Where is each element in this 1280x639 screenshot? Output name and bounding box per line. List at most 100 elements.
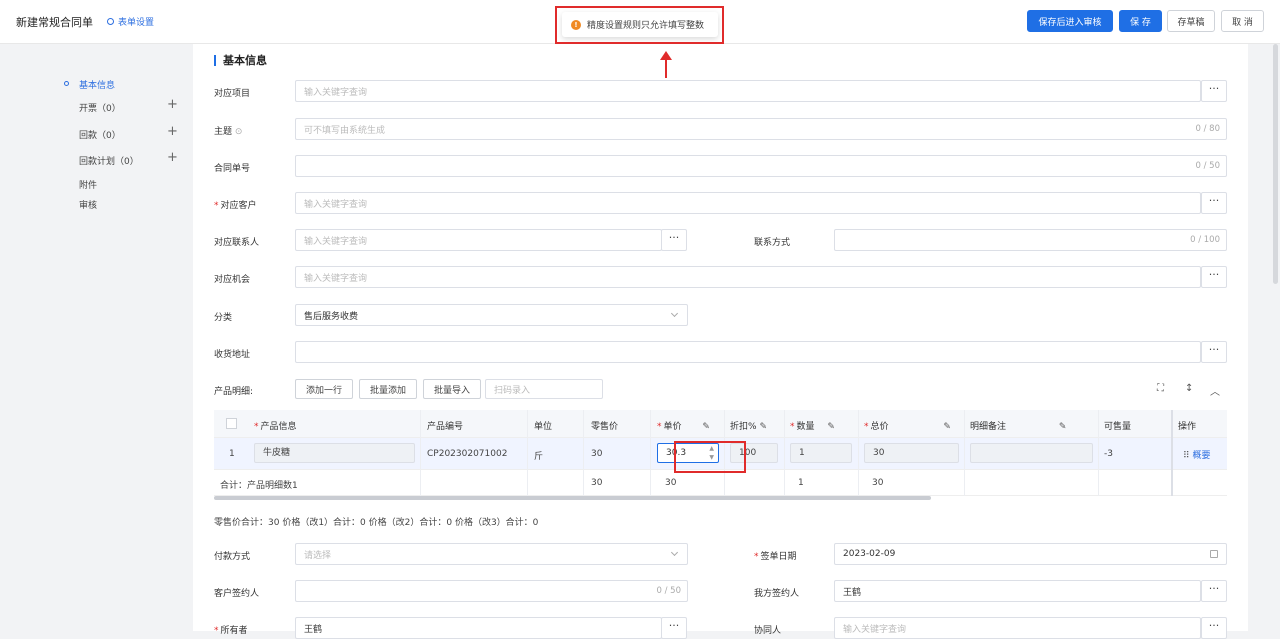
- totals-retail: 30: [591, 478, 603, 488]
- annotation-arrow-head: [660, 51, 672, 60]
- add-invoice-plus-icon[interactable]: +: [167, 97, 178, 112]
- sign-date-label: * 签单日期: [754, 552, 797, 562]
- customer-signer-input[interactable]: 0 / 50: [295, 580, 688, 602]
- page-vertical-scrollbar[interactable]: [1273, 44, 1278, 284]
- section-title: 基本信息: [214, 55, 267, 66]
- col-unit-price: * 单价 ✎: [657, 422, 710, 432]
- batch-add-button[interactable]: 批量添加: [359, 379, 417, 399]
- save-draft-button[interactable]: 存草稿: [1167, 10, 1215, 32]
- contact-input[interactable]: 输入关键字查询: [295, 229, 662, 251]
- edit-pencil-icon: ✎: [702, 422, 710, 432]
- edit-pencil-icon: ✎: [759, 422, 767, 432]
- remark-input[interactable]: [970, 443, 1093, 463]
- annotation-arrow-line: [665, 60, 667, 78]
- owner-input[interactable]: 王鹤: [295, 617, 662, 639]
- sidebar-item-payment[interactable]: 回款（0）: [79, 128, 121, 141]
- sidebar-item-attachment[interactable]: 附件: [79, 178, 97, 191]
- drag-handle-icon: ⠿: [1183, 451, 1190, 461]
- chevron-down-icon: [670, 548, 679, 557]
- price-summary: 零售价合计：30 价格（改1）合计：0 价格（改2）合计：0 价格（改3）合计：…: [214, 518, 539, 528]
- col-quantity: * 数量 ✎: [790, 422, 835, 432]
- contract-no-label: 合同单号: [214, 164, 251, 174]
- fullscreen-icon[interactable]: ⛶: [1157, 383, 1164, 394]
- collaborator-more-button[interactable]: ···: [1201, 617, 1227, 639]
- customer-signer-label: 客户签约人: [214, 589, 260, 599]
- add-payment-plan-plus-icon[interactable]: +: [167, 150, 178, 165]
- customer-more-button[interactable]: ···: [1201, 192, 1227, 214]
- contact-method-label: 联系方式: [754, 238, 791, 248]
- col-discount: 折扣% ✎: [730, 422, 767, 432]
- help-icon: ⊙: [234, 127, 243, 137]
- customer-input[interactable]: 输入关键字查询: [295, 192, 1201, 214]
- owner-more-button[interactable]: ···: [661, 617, 687, 639]
- table-header: * 产品信息 产品编号 单位 零售价 * 单价 ✎ 折扣% ✎ * 数量 ✎ * 总价 …: [214, 410, 1227, 438]
- project-input[interactable]: 输入关键字查询: [295, 80, 1201, 102]
- select-all-checkbox[interactable]: [226, 418, 237, 429]
- scan-input[interactable]: 扫码录入: [485, 379, 603, 399]
- contract-no-input[interactable]: 0 / 50: [295, 155, 1227, 177]
- opportunity-input[interactable]: 输入关键字查询: [295, 266, 1201, 288]
- main-form: 基本信息 对应项目 输入关键字查询 ··· 主题 ⊙ 可不填写由系统生成 0 / …: [193, 44, 1248, 639]
- totals-qty: 1: [798, 478, 804, 488]
- col-action: 操作: [1178, 422, 1197, 432]
- collaborator-input[interactable]: 输入关键字查询: [834, 617, 1201, 639]
- edit-pencil-icon: ✎: [827, 422, 835, 432]
- col-total: * 总价 ✎: [864, 422, 951, 432]
- collapse-icon[interactable]: ︿: [1210, 383, 1220, 398]
- payment-label: 付款方式: [214, 552, 251, 562]
- cancel-button[interactable]: 取 消: [1221, 10, 1264, 32]
- total-input[interactable]: 30: [864, 443, 959, 463]
- our-signer-more-button[interactable]: ···: [1201, 580, 1227, 602]
- calendar-icon: [1210, 550, 1218, 558]
- col-product-info: * 产品信息: [254, 422, 297, 432]
- address-label: 收货地址: [214, 350, 251, 360]
- page-title: 新建常规合同单: [16, 16, 93, 29]
- totals-total: 30: [872, 478, 884, 488]
- sidebar-item-invoice[interactable]: 开票（0）: [79, 101, 121, 114]
- save-and-review-button[interactable]: 保存后进入审核: [1027, 10, 1113, 32]
- address-input[interactable]: [295, 341, 1201, 363]
- edit-pencil-icon: ✎: [1058, 422, 1067, 432]
- summary-action-link[interactable]: ⠿ 概要: [1183, 448, 1210, 461]
- batch-import-button[interactable]: 批量导入: [423, 379, 481, 399]
- opportunity-label: 对应机会: [214, 275, 251, 285]
- col-remark: 明细备注 ✎: [970, 422, 1067, 432]
- sidebar-item-basic-info[interactable]: 基本信息: [79, 78, 115, 91]
- sidebar-item-review[interactable]: 审核: [79, 198, 97, 211]
- sign-date-input[interactable]: 2023-02-09: [834, 543, 1227, 565]
- contact-method-input[interactable]: 0 / 100: [834, 229, 1227, 251]
- gear-icon: [107, 18, 114, 25]
- contact-more-button[interactable]: ···: [661, 229, 687, 251]
- totals-label: 合计：产品明细数1: [220, 481, 298, 491]
- category-select[interactable]: 售后服务收费: [295, 304, 688, 326]
- chevron-down-icon: [670, 309, 679, 318]
- subject-input[interactable]: 可不填写由系统生成 0 / 80: [295, 118, 1227, 140]
- address-more-button[interactable]: ···: [1201, 341, 1227, 363]
- add-row-button[interactable]: 添加一行: [295, 379, 353, 399]
- our-signer-label: 我方签约人: [754, 589, 800, 599]
- product-stock: -3: [1104, 449, 1113, 459]
- save-button[interactable]: 保 存: [1119, 10, 1162, 32]
- quantity-input[interactable]: 1: [790, 443, 852, 463]
- our-signer-input[interactable]: 王鹤: [834, 580, 1201, 602]
- sidebar-item-payment-plan[interactable]: 回款计划（0）: [79, 154, 139, 167]
- opportunity-more-button[interactable]: ···: [1201, 266, 1227, 288]
- table-totals-row: 合计：产品明细数1 30 30 1 30: [214, 470, 1227, 496]
- form-settings-link[interactable]: 表单设置: [107, 15, 154, 28]
- products-label: 产品明细:: [214, 387, 254, 397]
- add-payment-plus-icon[interactable]: +: [167, 124, 178, 139]
- project-more-button[interactable]: ···: [1201, 80, 1227, 102]
- totals-price: 30: [665, 478, 677, 488]
- collaborator-label: 协同人: [754, 626, 782, 636]
- payment-select[interactable]: 请选择: [295, 543, 688, 565]
- product-name-input[interactable]: 牛皮糖: [254, 443, 415, 463]
- form-settings-label: 表单设置: [118, 18, 155, 28]
- product-code: CP202302071002: [427, 449, 508, 459]
- col-unit: 单位: [534, 422, 553, 432]
- table-horizontal-scrollbar[interactable]: [214, 496, 931, 500]
- customer-label: * 对应客户: [214, 201, 257, 211]
- subject-label: 主题 ⊙: [214, 127, 243, 137]
- owner-label: * 所有者: [214, 626, 248, 636]
- category-label: 分类: [214, 313, 233, 323]
- row-height-icon[interactable]: ↕: [1185, 383, 1193, 394]
